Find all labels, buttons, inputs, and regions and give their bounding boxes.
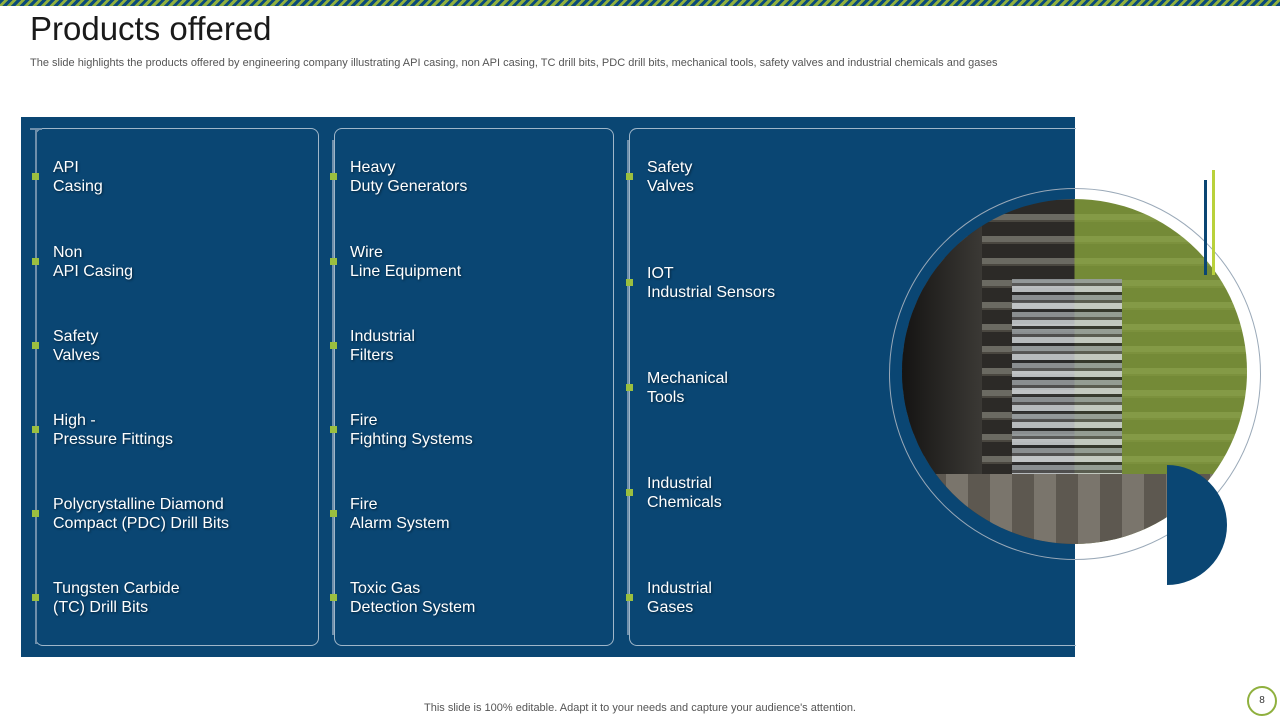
product-item: Fire Fighting Systems bbox=[350, 412, 473, 448]
bullet bbox=[330, 426, 337, 433]
page-title: Products offered bbox=[30, 10, 272, 47]
product-item: API Casing bbox=[53, 159, 103, 195]
bullet bbox=[330, 173, 337, 180]
column-1-frame bbox=[35, 128, 319, 646]
top-decorative-stripe bbox=[0, 0, 1280, 6]
bullet bbox=[330, 342, 337, 349]
bullet bbox=[626, 594, 633, 601]
product-item: Wire Line Equipment bbox=[350, 244, 462, 280]
product-item: Mechanical Tools bbox=[647, 370, 728, 406]
decorative-line-green bbox=[1212, 170, 1215, 275]
bullet bbox=[32, 258, 39, 265]
decorative-line-blue bbox=[1204, 180, 1207, 275]
bullet bbox=[626, 384, 633, 391]
bullet bbox=[626, 489, 633, 496]
column-2-frame bbox=[334, 128, 614, 646]
page-subtitle: The slide highlights the products offere… bbox=[30, 57, 998, 69]
product-item: High - Pressure Fittings bbox=[53, 412, 174, 448]
column-2-timeline bbox=[332, 140, 334, 635]
bullet bbox=[32, 510, 39, 517]
bullet bbox=[330, 510, 337, 517]
page-number: 8 bbox=[1247, 686, 1277, 716]
column-1-timeline bbox=[35, 128, 37, 644]
product-item: Industrial Chemicals bbox=[647, 475, 722, 511]
product-item: Polycrystalline Diamond Compact (PDC) Dri… bbox=[53, 496, 230, 532]
product-item: Safety Valves bbox=[647, 159, 694, 195]
column-1-top-tick bbox=[30, 128, 42, 130]
bullet bbox=[32, 426, 39, 433]
product-item: Safety Valves bbox=[53, 328, 100, 364]
photo-shelf bbox=[1012, 279, 1122, 479]
product-item: Tungsten Carbide (TC) Drill Bits bbox=[53, 580, 180, 616]
footer-note: This slide is 100% editable. Adapt it to… bbox=[424, 702, 856, 714]
bullet bbox=[32, 173, 39, 180]
product-item: Toxic Gas Detection System bbox=[350, 580, 476, 616]
bullet bbox=[32, 342, 39, 349]
product-item: Heavy Duty Generators bbox=[350, 159, 468, 195]
bullet bbox=[626, 279, 633, 286]
bullet bbox=[626, 173, 633, 180]
product-item: Industrial Filters bbox=[350, 328, 415, 364]
product-item: Non API Casing bbox=[53, 244, 134, 280]
product-item: Fire Alarm System bbox=[350, 496, 450, 532]
bullet bbox=[32, 594, 39, 601]
product-item: IOT Industrial Sensors bbox=[647, 265, 776, 301]
product-item: Industrial Gases bbox=[647, 580, 712, 616]
bullet bbox=[330, 594, 337, 601]
bullet bbox=[330, 258, 337, 265]
